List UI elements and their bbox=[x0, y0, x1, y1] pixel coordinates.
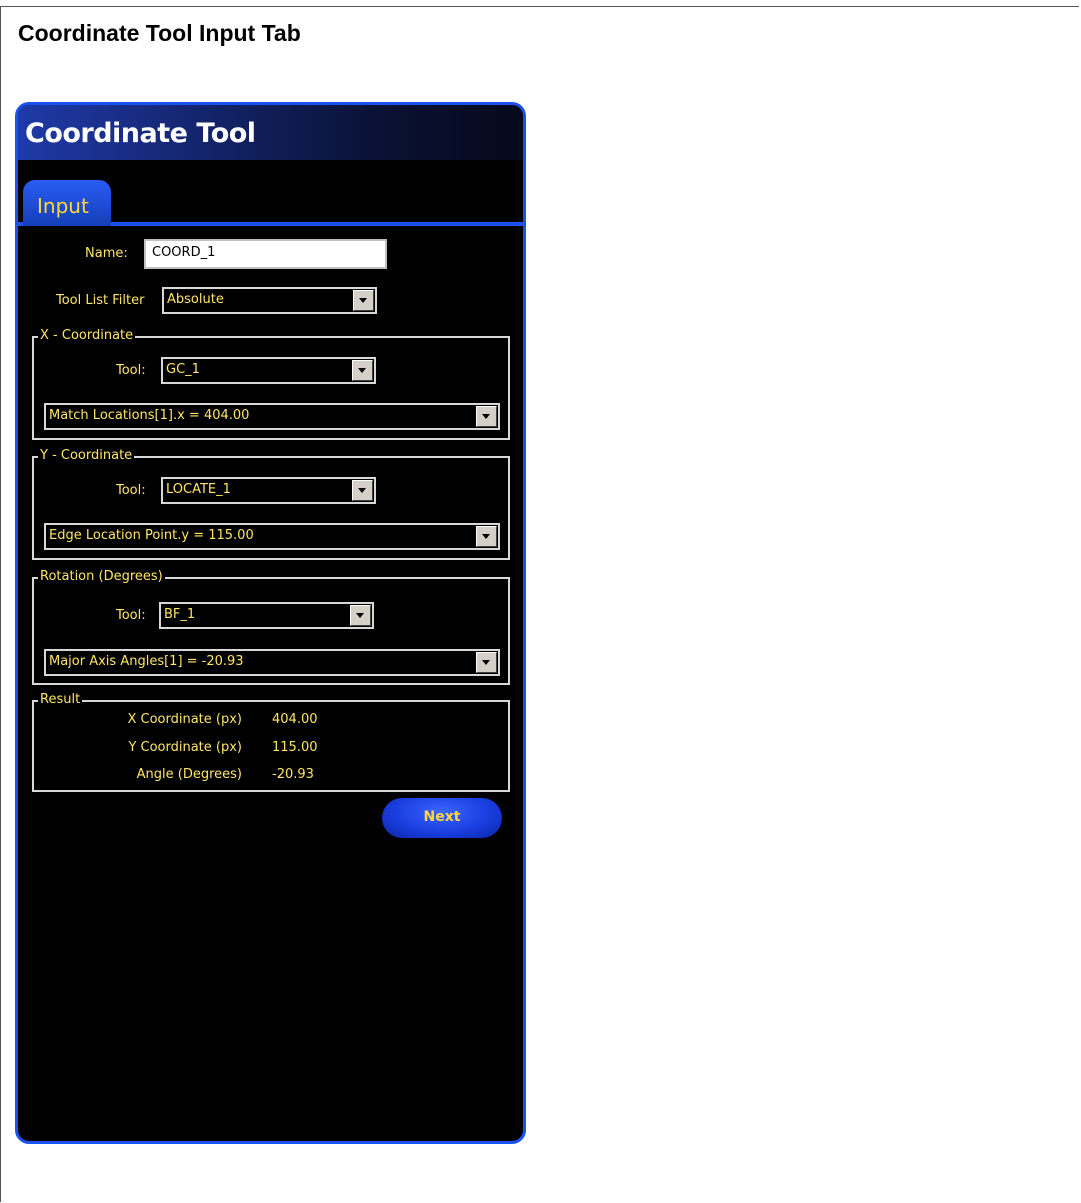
name-field[interactable]: COORD_1 bbox=[144, 239, 387, 269]
panel-title: Coordinate Tool bbox=[25, 118, 256, 149]
y-coordinate-legend: Y - Coordinate bbox=[38, 448, 135, 463]
coordinate-tool-panel: Coordinate Tool Input Name: COORD_1 Tool… bbox=[15, 102, 526, 1144]
chevron-down-icon[interactable] bbox=[352, 480, 373, 501]
next-button[interactable]: Next bbox=[382, 798, 502, 838]
tool-list-filter-label: Tool List Filter bbox=[56, 293, 145, 308]
page-title: Coordinate Tool Input Tab bbox=[18, 20, 301, 46]
rotation-property-value: Major Axis Angles[1] = -20.93 bbox=[49, 654, 244, 669]
result-value: 115.00 bbox=[272, 740, 318, 755]
y-property-value: Edge Location Point.y = 115.00 bbox=[49, 528, 254, 543]
result-row: Y Coordinate (px) 115.00 bbox=[34, 740, 504, 758]
chevron-down-icon[interactable] bbox=[353, 290, 374, 311]
panel-header: Coordinate Tool bbox=[18, 105, 523, 160]
rotation-group: Rotation (Degrees) Tool: BF_1 Major Axis… bbox=[32, 569, 510, 685]
x-coordinate-group: X - Coordinate Tool: GC_1 Match Location… bbox=[32, 328, 510, 440]
rotation-tool-select[interactable]: BF_1 bbox=[159, 602, 374, 629]
chevron-down-icon[interactable] bbox=[350, 605, 371, 626]
y-tool-label: Tool: bbox=[116, 483, 146, 498]
y-tool-select[interactable]: LOCATE_1 bbox=[161, 477, 376, 504]
y-tool-value: LOCATE_1 bbox=[166, 482, 231, 497]
result-label: Y Coordinate (px) bbox=[128, 740, 242, 755]
chevron-down-icon[interactable] bbox=[476, 652, 497, 673]
result-value: 404.00 bbox=[272, 712, 318, 727]
tool-list-filter-value: Absolute bbox=[167, 292, 224, 307]
result-row: Angle (Degrees) -20.93 bbox=[34, 767, 504, 785]
x-coordinate-legend: X - Coordinate bbox=[38, 328, 136, 343]
rotation-tool-value: BF_1 bbox=[164, 607, 196, 622]
x-property-select[interactable]: Match Locations[1].x = 404.00 bbox=[44, 403, 500, 430]
tab-input-label: Input bbox=[37, 194, 89, 218]
x-tool-select[interactable]: GC_1 bbox=[161, 357, 376, 384]
result-row: X Coordinate (px) 404.00 bbox=[34, 712, 504, 730]
x-tool-value: GC_1 bbox=[166, 362, 200, 377]
result-label: X Coordinate (px) bbox=[127, 712, 242, 727]
rotation-tool-label: Tool: bbox=[116, 608, 146, 623]
next-button-label: Next bbox=[423, 809, 461, 825]
chevron-down-icon[interactable] bbox=[476, 526, 497, 547]
result-value: -20.93 bbox=[272, 767, 314, 782]
chevron-down-icon[interactable] bbox=[476, 406, 497, 427]
name-label: Name: bbox=[85, 246, 128, 261]
tool-list-filter-select[interactable]: Absolute bbox=[162, 287, 377, 314]
y-coordinate-group: Y - Coordinate Tool: LOCATE_1 Edge Locat… bbox=[32, 448, 510, 560]
y-property-select[interactable]: Edge Location Point.y = 115.00 bbox=[44, 523, 500, 550]
rotation-legend: Rotation (Degrees) bbox=[38, 569, 165, 584]
tab-input[interactable]: Input bbox=[23, 180, 111, 226]
chevron-down-icon[interactable] bbox=[352, 360, 373, 381]
result-group: Result X Coordinate (px) 404.00 Y Coordi… bbox=[32, 692, 510, 792]
rotation-property-select[interactable]: Major Axis Angles[1] = -20.93 bbox=[44, 649, 500, 676]
x-tool-label: Tool: bbox=[116, 363, 146, 378]
result-legend: Result bbox=[38, 692, 83, 707]
result-label: Angle (Degrees) bbox=[136, 767, 242, 782]
x-property-value: Match Locations[1].x = 404.00 bbox=[49, 408, 250, 423]
